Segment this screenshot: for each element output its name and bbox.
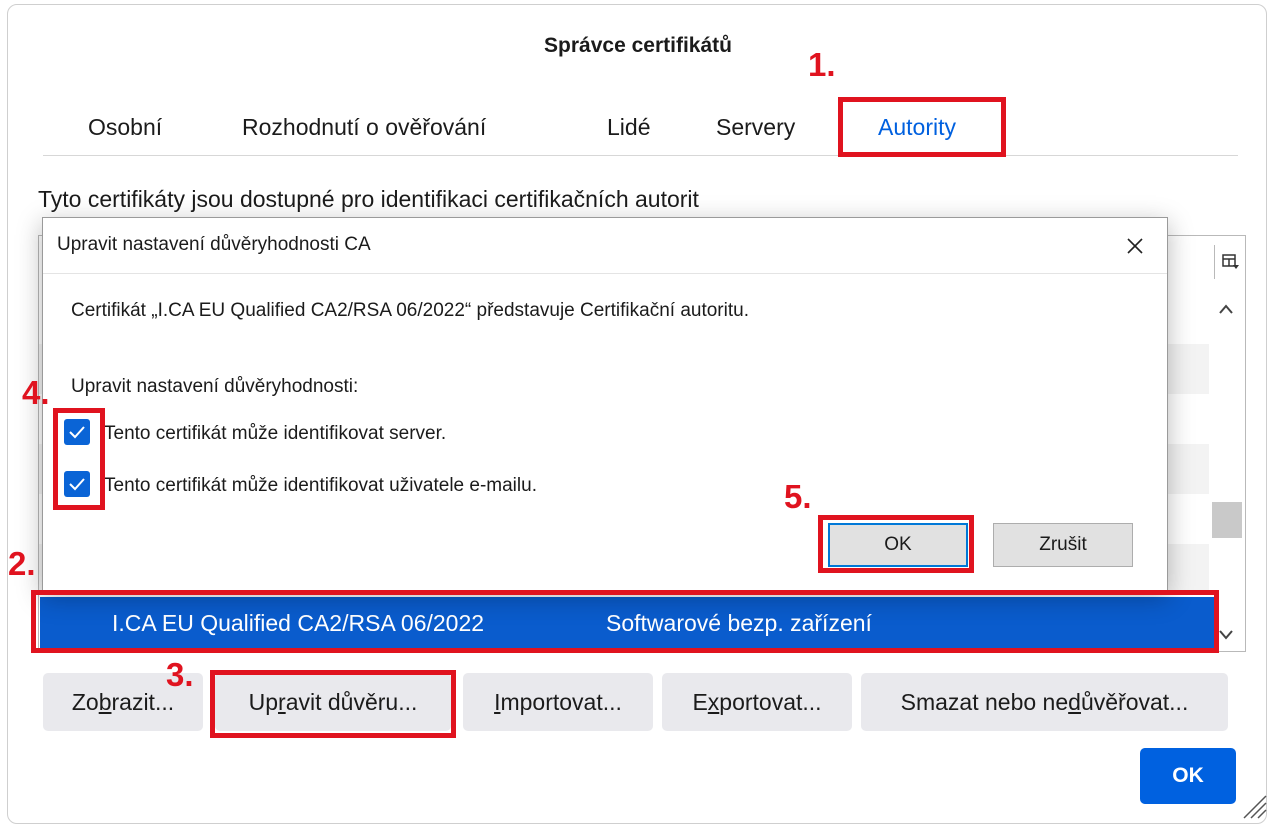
export-button[interactable]: Ex portovat... (662, 673, 852, 731)
resize-grip-icon[interactable] (1238, 790, 1268, 820)
email-trust-label[interactable]: Tento certifikát může identifikovat uživ… (104, 475, 537, 497)
annotation-box-ok (818, 515, 974, 573)
column-separator (1214, 245, 1215, 279)
certificate-description: Certifikát „I.CA EU Qualified CA2/RSA 06… (71, 300, 749, 321)
scrollbar-thumb[interactable] (1212, 502, 1242, 538)
tab-authentication-decisions[interactable]: Rozhodnutí o ověřování (242, 112, 486, 142)
annotation-step-1: 1. (808, 46, 836, 83)
annotation-box-edit (210, 670, 456, 738)
column-picker-icon[interactable] (1218, 249, 1244, 275)
tab-divider (43, 155, 1238, 156)
dialog-cancel-button[interactable]: Zrušit (993, 523, 1133, 567)
import-button[interactable]: Importovat... (463, 673, 653, 731)
trust-settings-heading: Upravit nastavení důvěryhodnosti: (71, 376, 359, 397)
window-title: Správce certifikátů (544, 34, 732, 57)
annotation-step-2: 2. (8, 545, 36, 582)
dialog-titlebar: Upravit nastavení důvěryhodnosti CA (43, 218, 1167, 274)
annotation-step-5: 5. (784, 478, 812, 515)
dialog-title: Upravit nastavení důvěryhodnosti CA (57, 234, 371, 255)
annotation-step-4: 4. (22, 374, 50, 411)
tab-personal[interactable]: Osobní (88, 112, 162, 142)
edit-ca-trust-dialog: Upravit nastavení důvěryhodnosti CA Cert… (42, 217, 1168, 592)
tab-people[interactable]: Lidé (607, 112, 650, 142)
authorities-description: Tyto certifikáty jsou dostupné pro ident… (38, 186, 699, 212)
annotation-box-row (31, 590, 1219, 653)
annotation-box-tab (838, 97, 1006, 157)
close-icon[interactable] (1115, 226, 1155, 266)
scroll-up-icon[interactable] (1213, 296, 1239, 322)
annotation-box-checkboxes (53, 408, 105, 510)
tab-servers[interactable]: Servery (716, 112, 795, 142)
delete-or-distrust-button[interactable]: Smazat nebo ne d ůvěřovat... (861, 673, 1228, 731)
annotation-step-3: 3. (166, 656, 194, 693)
ok-button[interactable]: OK (1140, 748, 1236, 804)
server-trust-label[interactable]: Tento certifikát může identifikovat serv… (104, 423, 446, 445)
